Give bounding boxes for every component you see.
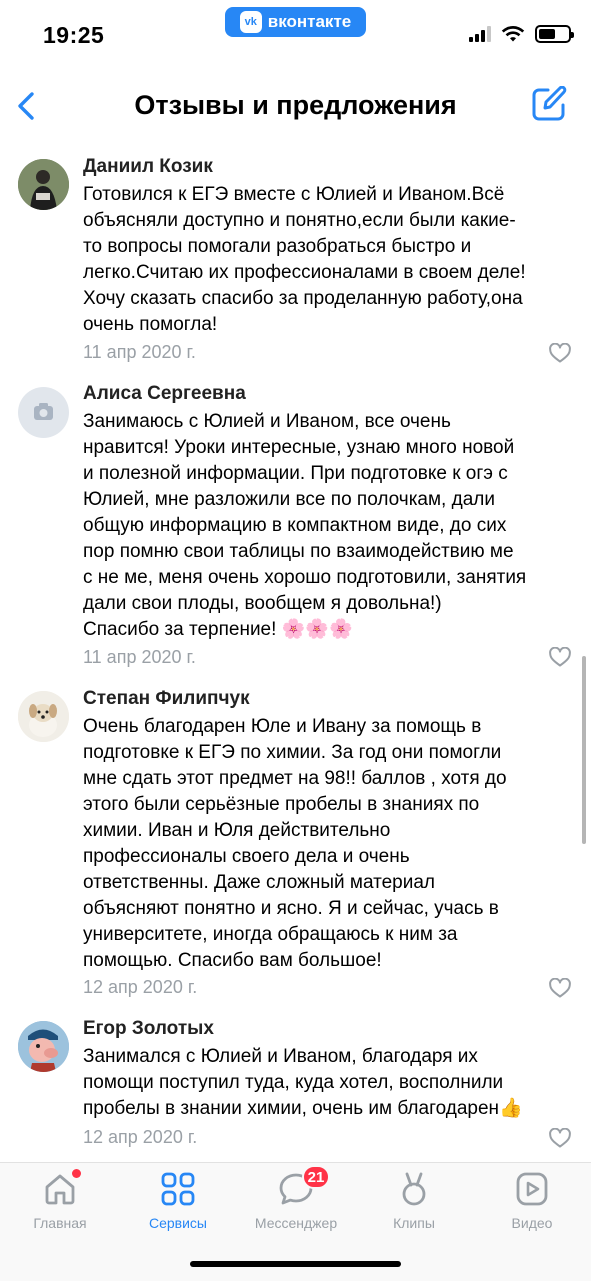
- avatar[interactable]: [18, 159, 69, 210]
- system-icons: [469, 25, 574, 43]
- status-time: 19:25: [43, 22, 105, 48]
- tab-label: Главная: [33, 1215, 87, 1231]
- services-icon: [161, 1172, 195, 1206]
- comment-date: 12 апр 2020 г.: [83, 977, 198, 997]
- avatar[interactable]: [18, 691, 69, 742]
- like-heart-icon[interactable]: [549, 647, 571, 667]
- avatar-placeholder[interactable]: [18, 387, 69, 438]
- video-icon: [516, 1172, 548, 1206]
- comment-author[interactable]: Даниил Козик: [83, 156, 213, 178]
- tab-label: Видео: [511, 1215, 553, 1231]
- tab-video[interactable]: Видео: [477, 1171, 587, 1231]
- like-heart-icon[interactable]: [549, 978, 571, 998]
- like-heart-icon[interactable]: [549, 343, 571, 363]
- tab-label: Клипы: [393, 1215, 435, 1231]
- tab-clips[interactable]: Клипы: [359, 1171, 469, 1231]
- comment-author[interactable]: Степан Филипчук: [83, 688, 250, 710]
- comment-text: Очень благодарен Юле и Ивану за помощь в…: [83, 716, 507, 971]
- notification-dot: [72, 1169, 81, 1178]
- comment-date: 12 апр 2020 г.: [83, 1127, 198, 1147]
- clips-icon: [402, 1172, 426, 1206]
- tab-label: Мессенджер: [254, 1215, 338, 1231]
- page-title: Отзывы и предложения: [134, 90, 457, 120]
- unread-count-badge: 21: [302, 1165, 330, 1189]
- tab-services[interactable]: Сервисы: [123, 1171, 233, 1231]
- camera-icon: [34, 403, 53, 420]
- home-indicator[interactable]: [190, 1261, 401, 1267]
- tab-home[interactable]: Главная: [5, 1169, 115, 1231]
- wifi-icon: [501, 26, 525, 42]
- scrollbar[interactable]: [582, 656, 586, 844]
- tab-messenger[interactable]: 21 Мессенджер: [241, 1165, 351, 1231]
- battery-icon: [535, 25, 574, 43]
- return-to-app-pill[interactable]: vk вконтакте: [225, 7, 366, 37]
- comment-date: 11 апр 2020 г.: [83, 342, 196, 362]
- comment-author[interactable]: Алиса Сергеевна: [83, 383, 246, 405]
- app-pill-label: вконтакте: [267, 12, 352, 31]
- like-heart-icon[interactable]: [549, 1128, 571, 1148]
- comment-date: 11 апр 2020 г.: [83, 647, 196, 667]
- tab-label: Сервисы: [148, 1215, 207, 1231]
- nav-bar: Отзывы и предложения: [0, 70, 591, 142]
- cellular-signal-icon: [469, 26, 491, 42]
- comment-text: Готовился к ЕГЭ вместе с Юлией и Иваном.…: [83, 184, 526, 335]
- comment-text: Занимаюсь с Юлией и Иваном, все очень нр…: [83, 411, 527, 640]
- comment-author[interactable]: Егор Золотых: [83, 1018, 214, 1040]
- status-bar: 19:25 vk вконтакте: [0, 0, 591, 70]
- comment-text: Занимался с Юлией и Иваном, благодаря их…: [83, 1046, 523, 1119]
- avatar[interactable]: [18, 1021, 69, 1072]
- vk-logo-icon: vk: [239, 11, 262, 33]
- edit-icon[interactable]: [531, 86, 567, 122]
